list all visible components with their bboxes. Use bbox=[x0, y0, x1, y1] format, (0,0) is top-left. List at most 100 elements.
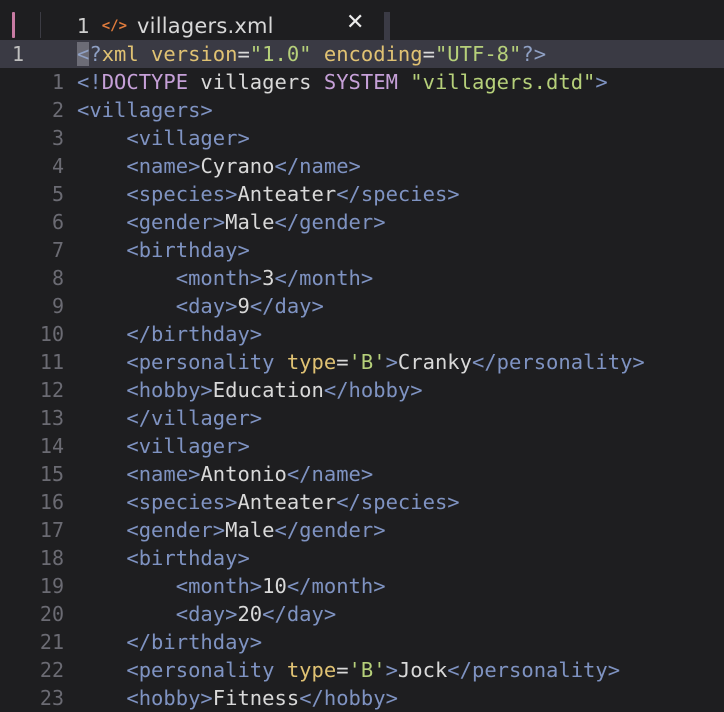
code-token: Male bbox=[225, 518, 275, 542]
code-line[interactable]: 20 <day>20</day> bbox=[0, 600, 724, 628]
tab-filename: villagers.xml bbox=[137, 14, 274, 38]
code-token: = bbox=[336, 350, 349, 374]
line-number: 4 bbox=[51, 154, 64, 178]
code-token: <villagers> bbox=[77, 98, 213, 122]
code-text: <name>Antonio</name> bbox=[77, 460, 373, 488]
line-number: 10 bbox=[39, 322, 64, 346]
code-token: > bbox=[385, 658, 398, 682]
code-token: Fitness bbox=[212, 686, 300, 710]
code-line[interactable]: 17 <gender>Male</gender> bbox=[0, 516, 724, 544]
code-line[interactable]: 23 <hobby>Fitness</hobby> bbox=[0, 684, 724, 712]
code-line[interactable]: 18 <birthday> bbox=[0, 544, 724, 572]
code-token: <name> bbox=[126, 462, 201, 486]
close-icon[interactable]: ✕ bbox=[346, 10, 364, 35]
code-line[interactable]: 11 <personality type='B'>Cranky</persona… bbox=[0, 348, 724, 376]
code-line[interactable]: 2 <villagers> bbox=[0, 96, 724, 124]
code-token: <month> bbox=[175, 266, 263, 290]
line-number: 15 bbox=[39, 462, 64, 486]
code-token: </name> bbox=[274, 154, 361, 178]
code-line[interactable]: 21 </birthday> bbox=[0, 628, 724, 656]
code-token: Education bbox=[212, 378, 324, 402]
code-token: Cranky bbox=[397, 350, 472, 374]
code-token: 10 bbox=[262, 574, 287, 598]
code-line-active[interactable]: 1 <?xml version="1.0" encoding="UTF-8"?> bbox=[0, 40, 724, 68]
code-token: encoding bbox=[323, 42, 423, 66]
code-line[interactable]: 8 <month>3</month> bbox=[0, 264, 724, 292]
code-token: = bbox=[422, 42, 435, 66]
code-token: <day> bbox=[175, 294, 238, 318]
line-number: 17 bbox=[39, 518, 64, 542]
code-token: </personality> bbox=[471, 350, 645, 374]
code-editor[interactable]: 1 <?xml version="1.0" encoding="UTF-8"?> 1… bbox=[0, 40, 724, 712]
line-number: 2 bbox=[51, 98, 64, 122]
code-line[interactable]: 6 <gender>Male</gender> bbox=[0, 208, 724, 236]
code-token: <birthday> bbox=[126, 546, 250, 570]
code-token: </birthday> bbox=[126, 630, 263, 654]
code-text: <villagers> bbox=[77, 96, 213, 124]
tab-villagers-xml[interactable]: 1 </> villagers.xml ✕ bbox=[72, 10, 390, 40]
code-token: <gender> bbox=[126, 518, 226, 542]
code-line[interactable]: 7 <birthday> bbox=[0, 236, 724, 264]
code-line[interactable]: 14 <villager> bbox=[0, 432, 724, 460]
line-number: 21 bbox=[39, 630, 64, 654]
code-token: ?> bbox=[521, 42, 547, 66]
code-token: <hobby> bbox=[126, 378, 213, 402]
code-token: Male bbox=[225, 210, 275, 234]
code-token: DOCTYPE bbox=[101, 70, 189, 94]
code-text: </villager> bbox=[77, 404, 262, 432]
code-line[interactable]: 10 </birthday> bbox=[0, 320, 724, 348]
line-number: 20 bbox=[39, 602, 64, 626]
code-text: <gender>Male</gender> bbox=[77, 208, 385, 236]
code-token: SYSTEM bbox=[323, 70, 398, 94]
code-token: <species> bbox=[126, 490, 238, 514]
code-token: </name> bbox=[286, 462, 374, 486]
code-token: </villager> bbox=[126, 406, 263, 430]
code-line[interactable]: 5 <species>Anteater</species> bbox=[0, 180, 724, 208]
code-line[interactable]: 13 </villager> bbox=[0, 404, 724, 432]
code-token: </month> bbox=[286, 574, 386, 598]
code-text: <birthday> bbox=[77, 236, 249, 264]
code-line[interactable]: 15 <name>Antonio</name> bbox=[0, 460, 724, 488]
line-number: 13 bbox=[39, 406, 64, 430]
code-token: 'B' bbox=[348, 350, 386, 374]
code-text: <species>Anteater</species> bbox=[77, 488, 459, 516]
code-token: </birthday> bbox=[126, 322, 263, 346]
line-number: 19 bbox=[39, 574, 64, 598]
code-text: </birthday> bbox=[77, 320, 262, 348]
code-token: </gender> bbox=[274, 518, 386, 542]
code-token: </month> bbox=[274, 266, 374, 290]
code-line[interactable]: 22 <personality type='B'>Jock</personali… bbox=[0, 656, 724, 684]
code-text: <species>Anteater</species> bbox=[77, 180, 459, 208]
code-token: Jock bbox=[397, 658, 448, 682]
code-token: = bbox=[336, 658, 349, 682]
code-token: xml version bbox=[101, 42, 238, 66]
code-line[interactable]: 3 <villager> bbox=[0, 124, 724, 152]
tab-separator bbox=[40, 12, 41, 38]
code-token: villagers bbox=[188, 70, 324, 94]
code-line[interactable]: 9 <day>9</day> bbox=[0, 292, 724, 320]
code-token: Antonio bbox=[200, 462, 287, 486]
code-token: 20 bbox=[237, 602, 263, 626]
line-number: 7 bbox=[51, 238, 64, 262]
code-line[interactable]: 4 <name>Cyrano</name> bbox=[0, 152, 724, 180]
code-line[interactable]: 16 <species>Anteater</species> bbox=[0, 488, 724, 516]
code-text: </birthday> bbox=[77, 628, 262, 656]
line-number: 1 bbox=[51, 70, 64, 94]
code-token: </personality> bbox=[447, 658, 621, 682]
code-text: <villager> bbox=[77, 432, 249, 460]
code-line[interactable]: 1 <!DOCTYPE villagers SYSTEM "villagers.d… bbox=[0, 68, 724, 96]
code-token: Anteater bbox=[237, 490, 337, 514]
code-line[interactable]: 19 <month>10</month> bbox=[0, 572, 724, 600]
code-text: <?xml version="1.0" encoding="UTF-8"?> bbox=[77, 40, 546, 68]
code-line[interactable]: 12 <hobby>Education</hobby> bbox=[0, 376, 724, 404]
code-text: <month>3</month> bbox=[77, 264, 374, 292]
